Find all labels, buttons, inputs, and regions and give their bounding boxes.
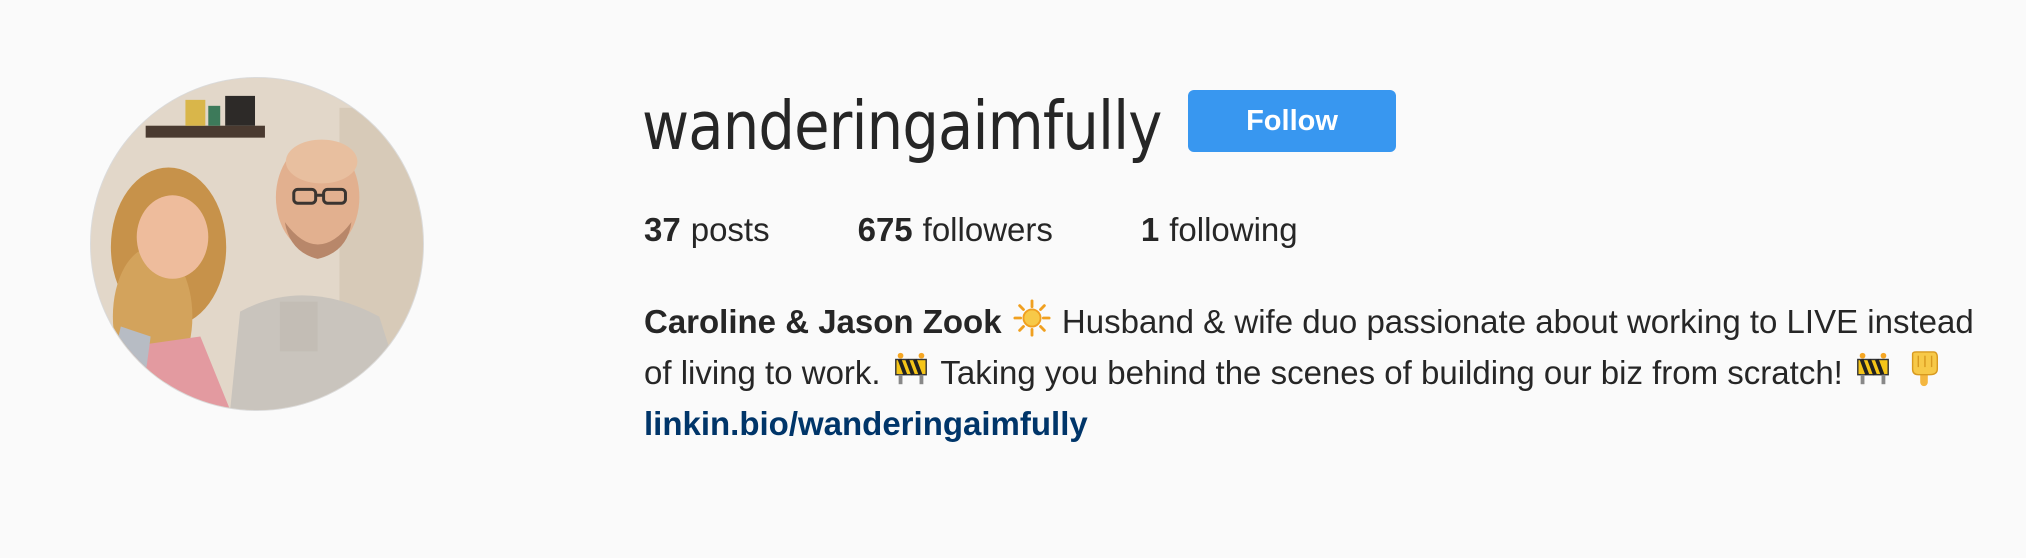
profile-website-link[interactable]: linkin.bio/wanderingaimfully	[644, 398, 1974, 449]
followers-label: followers	[922, 211, 1053, 248]
profile-stats: 37 posts 675 followers 1 following	[644, 208, 1298, 252]
bio-text-part2: Taking you behind the scenes of building…	[931, 354, 1853, 391]
profile-header: wanderingaimfully Follow 37 posts 675 fo…	[0, 0, 2026, 558]
profile-avatar[interactable]	[90, 77, 424, 411]
pointing-down-icon	[1912, 351, 1939, 387]
posts-count: 37	[644, 211, 681, 248]
stat-posts: 37 posts	[644, 208, 770, 252]
profile-username: wanderingaimfully	[642, 87, 1162, 165]
follow-button[interactable]: Follow	[1188, 90, 1396, 152]
avatar-photo	[91, 78, 423, 410]
followers-count: 675	[857, 211, 913, 248]
construction-icon	[894, 352, 927, 385]
profile-bio: Caroline & Jason Zook Husband & wife duo…	[644, 296, 1974, 449]
sun-icon	[1013, 299, 1051, 337]
profile-full-name: Caroline & Jason Zook	[644, 303, 1002, 340]
posts-label: posts	[690, 211, 770, 248]
stat-followers[interactable]: 675 followers	[858, 208, 1053, 252]
stat-following[interactable]: 1 following	[1141, 208, 1298, 252]
following-count: 1	[1140, 211, 1160, 248]
following-label: following	[1169, 211, 1298, 248]
construction-icon	[1857, 352, 1889, 385]
